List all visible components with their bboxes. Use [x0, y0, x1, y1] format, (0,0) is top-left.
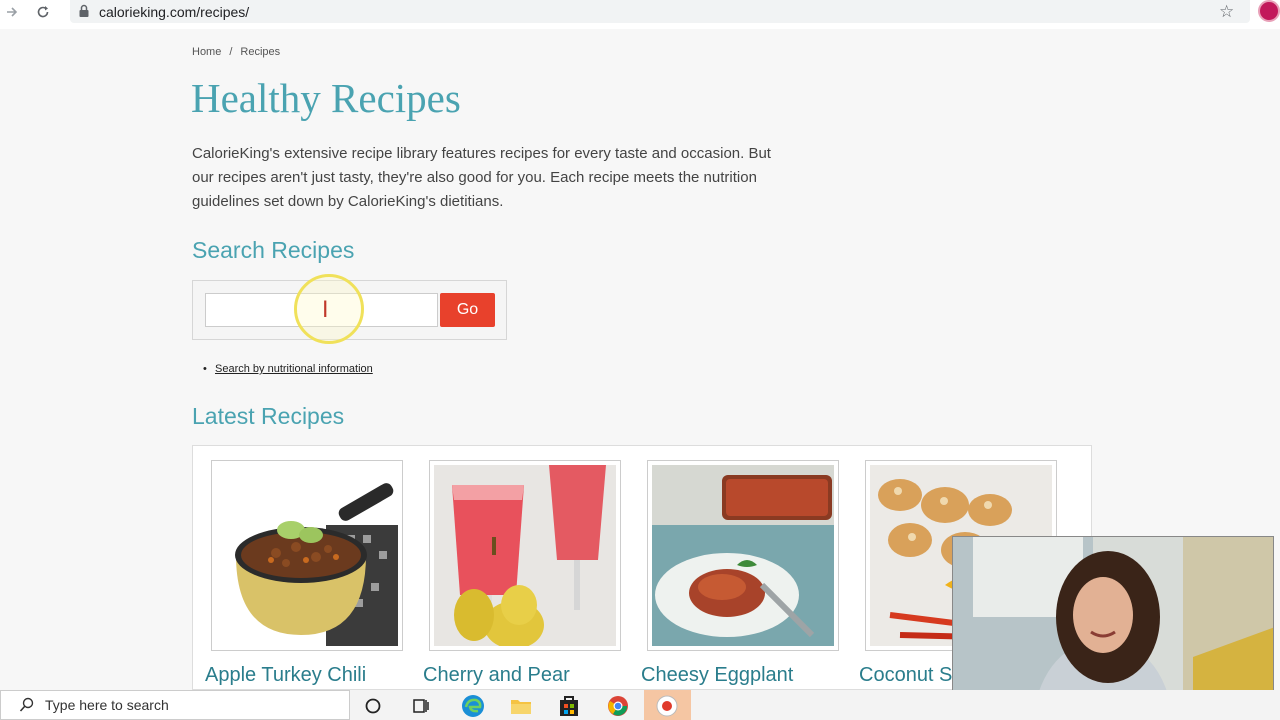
breadcrumb: Home / Recipes: [192, 46, 280, 58]
cursor-highlight: [294, 274, 364, 344]
forward-icon[interactable]: [2, 2, 22, 22]
recipe-title[interactable]: Cheesy Eggplant: [641, 664, 793, 687]
recipe-thumbnail[interactable]: [429, 460, 621, 651]
lock-icon: [78, 4, 92, 18]
text-cursor-icon: I: [322, 298, 329, 323]
bookmark-star-icon[interactable]: ☆: [1219, 2, 1234, 22]
windows-taskbar: Type here to search: [0, 690, 1280, 720]
recipe-title[interactable]: Cherry and Pear: [423, 664, 570, 687]
screen-recorder-icon[interactable]: [656, 695, 678, 717]
nutritional-search-link[interactable]: Search by nutritional information: [215, 363, 373, 375]
taskbar-search[interactable]: Type here to search: [0, 690, 350, 720]
chili-image: [216, 465, 398, 646]
profile-avatar[interactable]: [1258, 0, 1280, 22]
eggplant-image: [652, 465, 834, 646]
intro-text: CalorieKing's extensive recipe library f…: [192, 145, 771, 210]
recipe-title[interactable]: Apple Turkey Chili: [205, 664, 366, 687]
bullet-icon: •: [203, 363, 207, 375]
cortana-icon[interactable]: [363, 696, 383, 716]
url-text[interactable]: calorieking.com/recipes/: [99, 4, 249, 20]
chrome-icon[interactable]: [607, 695, 629, 717]
latest-recipes-heading: Latest Recipes: [192, 403, 345, 429]
search-icon: [19, 697, 34, 712]
recipe-thumbnail[interactable]: [211, 460, 403, 651]
breadcrumb-home[interactable]: Home: [192, 46, 221, 58]
file-explorer-icon[interactable]: [510, 696, 532, 716]
recipe-card[interactable]: Cherry and Pear: [423, 460, 621, 686]
browser-toolbar: calorieking.com/recipes/ ☆: [0, 0, 1280, 24]
go-button[interactable]: Go: [440, 293, 495, 327]
recipe-card[interactable]: Cheesy Eggplant: [641, 460, 839, 686]
recipe-card[interactable]: Apple Turkey Chili: [205, 460, 403, 686]
recipe-title[interactable]: Coconut S: [859, 664, 952, 687]
recipe-thumbnail[interactable]: [647, 460, 839, 651]
page-title: Healthy Recipes: [191, 75, 461, 121]
breadcrumb-recipes[interactable]: Recipes: [240, 46, 280, 58]
task-view-icon[interactable]: [411, 696, 431, 716]
edge-icon[interactable]: [461, 694, 485, 718]
search-recipes-heading: Search Recipes: [192, 237, 355, 263]
store-icon[interactable]: [559, 695, 579, 717]
webcam-overlay: [952, 536, 1274, 716]
breadcrumb-separator: /: [229, 46, 233, 58]
taskbar-search-placeholder: Type here to search: [45, 697, 169, 713]
cherry-pear-image: [434, 465, 616, 646]
reload-icon[interactable]: [33, 2, 53, 22]
